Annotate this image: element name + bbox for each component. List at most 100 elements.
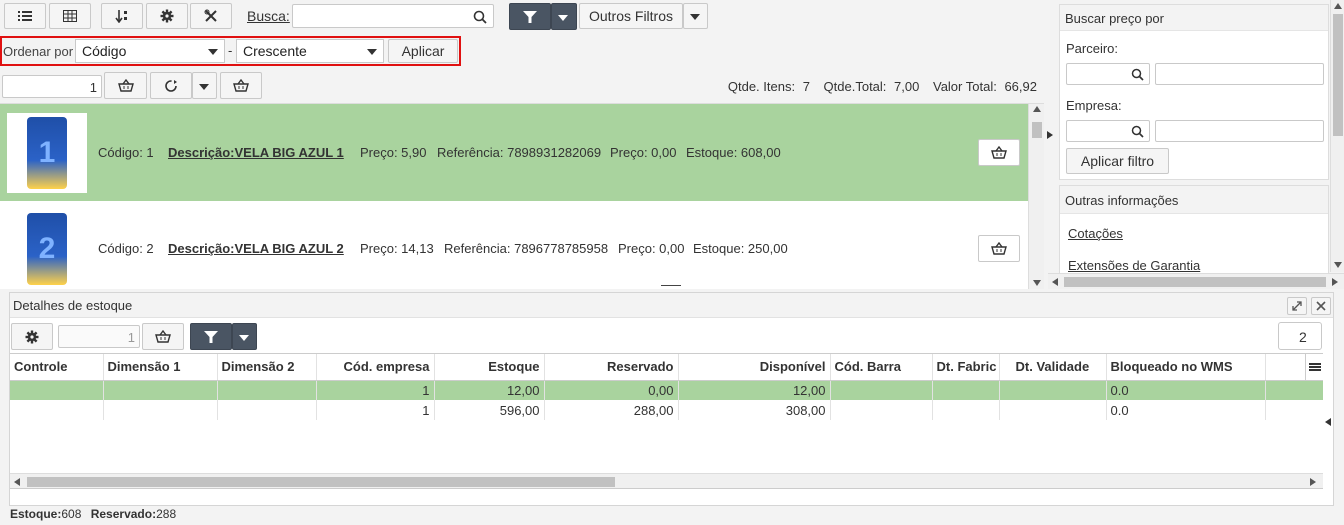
cart-button[interactable] xyxy=(220,72,262,99)
scroll-up-icon[interactable] xyxy=(1334,3,1342,9)
product-image-digit: 2 xyxy=(38,232,56,265)
product-referencia: Referência: 7898931282069 xyxy=(437,145,602,160)
right-panel-scrollbar[interactable] xyxy=(1330,0,1344,272)
table-row[interactable]: 1 596,00 288,00 308,00 0.0 xyxy=(10,400,1323,420)
product-row[interactable]: 2 Código: 2 Descrição:VELA BIG AZUL 2 Pr… xyxy=(0,201,1028,289)
table-row[interactable]: 1 12,00 0,00 12,00 0.0 xyxy=(10,380,1323,400)
product-descricao-link[interactable]: Descrição:VELA BIG AZUL 2 xyxy=(168,241,344,256)
stock-settings-button[interactable] xyxy=(11,323,53,350)
busca-label: Busca: xyxy=(247,8,290,24)
chevron-down-icon xyxy=(690,14,700,20)
product-descricao[interactable]: Descrição:VELA BIG AZUL 2 xyxy=(168,241,344,256)
grid-view-button[interactable] xyxy=(49,3,91,29)
column-header[interactable]: Bloqueado no WMS xyxy=(1106,354,1266,381)
stock-filter-button[interactable] xyxy=(190,323,232,350)
empresa-label: Empresa: xyxy=(1066,98,1122,113)
product-descricao[interactable]: Descrição:VELA BIG AZUL 1 xyxy=(168,145,344,160)
empresa-name-input[interactable] xyxy=(1155,120,1324,142)
scroll-left-icon[interactable] xyxy=(14,478,20,486)
column-header[interactable]: Disponível xyxy=(678,354,831,381)
product-descricao-link[interactable]: Descrição:VELA BIG AZUL 1 xyxy=(168,145,344,160)
sort-field-select[interactable]: Código xyxy=(75,39,225,63)
table-cell: 596,00 xyxy=(434,400,545,420)
valor-total-value: 66,92 xyxy=(1004,79,1037,94)
scroll-down-icon[interactable] xyxy=(1334,262,1342,268)
scroll-right-icon[interactable] xyxy=(1310,478,1316,486)
scroll-thumb[interactable] xyxy=(1333,14,1343,136)
maximize-button[interactable] xyxy=(1287,297,1307,315)
column-header[interactable]: Estoque xyxy=(434,354,545,381)
column-header[interactable]: Dt. Validade xyxy=(999,354,1107,381)
close-icon xyxy=(1316,301,1326,311)
table-cell xyxy=(830,400,933,420)
filter-button[interactable] xyxy=(509,3,551,30)
chevron-down-icon xyxy=(208,49,218,55)
product-row[interactable]: 1 Código: 1 Descrição:VELA BIG AZUL 1 Pr… xyxy=(0,104,1028,201)
extensoes-garantia-link[interactable]: Extensões de Garantia xyxy=(1068,258,1200,273)
stock-header: Detalhes de estoque xyxy=(10,293,1333,318)
outros-filtros-dropdown[interactable] xyxy=(683,3,708,29)
settings-button[interactable] xyxy=(146,3,188,29)
stock-hscrollbar[interactable] xyxy=(10,473,1323,488)
refresh-button[interactable] xyxy=(150,72,192,99)
product-image: 2 xyxy=(7,209,87,289)
add-product-button[interactable] xyxy=(978,139,1020,166)
sort-button[interactable] xyxy=(101,3,143,29)
search-icon[interactable] xyxy=(473,10,487,24)
close-button[interactable] xyxy=(1311,297,1331,315)
column-menu-button[interactable] xyxy=(1305,354,1323,380)
empresa-code-input[interactable] xyxy=(1066,120,1150,142)
scroll-left-icon[interactable] xyxy=(1052,278,1058,286)
collapse-right-icon[interactable] xyxy=(1047,131,1053,139)
table-cell: 12,00 xyxy=(434,380,545,400)
scroll-down-icon[interactable] xyxy=(1033,280,1041,286)
sort-direction-value: Crescente xyxy=(243,43,307,59)
parceiro-name-input[interactable] xyxy=(1155,63,1324,85)
outras-info-header: Outras informações xyxy=(1060,186,1328,214)
list-view-button[interactable] xyxy=(4,3,46,29)
stock-page-input[interactable]: 2 xyxy=(1278,322,1322,350)
scroll-up-icon[interactable] xyxy=(1033,106,1041,112)
stock-filter-dropdown[interactable] xyxy=(232,323,257,350)
filter-dropdown-button[interactable] xyxy=(551,3,577,30)
column-header[interactable]: Reservado xyxy=(544,354,679,381)
apply-sort-button[interactable]: Aplicar xyxy=(388,39,458,63)
product-list-scrollbar[interactable] xyxy=(1028,104,1044,289)
tools-button[interactable] xyxy=(190,3,232,29)
scroll-thumb[interactable] xyxy=(27,477,615,487)
cotacoes-link[interactable]: Cotações xyxy=(1068,226,1123,241)
stock-title: Detalhes de estoque xyxy=(13,298,133,313)
totals-summary: Qtde. Itens: 7 Qtde.Total: 7,00 Valor To… xyxy=(728,79,1037,94)
stock-cart-button[interactable] xyxy=(142,323,184,350)
column-header[interactable]: Controle xyxy=(10,354,104,381)
table-icon xyxy=(63,10,77,22)
column-header[interactable]: Cód. empresa xyxy=(316,354,435,381)
search-icon[interactable] xyxy=(1131,125,1144,138)
scroll-thumb[interactable] xyxy=(1032,122,1042,138)
outros-filtros-button[interactable]: Outros Filtros xyxy=(579,3,683,29)
sort-field-value: Código xyxy=(82,43,127,59)
add-to-cart-button[interactable] xyxy=(104,72,147,99)
busca-input[interactable] xyxy=(292,4,494,28)
column-header[interactable]: Dimensão 2 xyxy=(217,354,317,381)
resize-handle[interactable] xyxy=(661,285,681,286)
search-icon[interactable] xyxy=(1131,68,1144,81)
product-image-digit: 1 xyxy=(38,136,56,169)
chevron-down-icon xyxy=(239,334,249,341)
scroll-right-icon[interactable] xyxy=(1332,278,1338,286)
collapse-left-icon[interactable] xyxy=(1325,418,1331,426)
quantity-input[interactable]: 1 xyxy=(2,75,102,98)
sort-direction-select[interactable]: Crescente xyxy=(236,39,384,63)
table-cell xyxy=(10,400,104,420)
aplicar-filtro-button[interactable]: Aplicar filtro xyxy=(1066,148,1169,174)
column-header[interactable]: Dt. Fabric xyxy=(932,354,1000,381)
column-header[interactable]: Dimensão 1 xyxy=(103,354,218,381)
stock-quantity-input[interactable]: 1 xyxy=(58,325,140,348)
add-product-button[interactable] xyxy=(978,235,1020,262)
right-panel-hscrollbar[interactable] xyxy=(1048,273,1344,289)
scroll-thumb[interactable] xyxy=(1064,277,1326,287)
cart-add-icon xyxy=(155,329,171,343)
refresh-dropdown-button[interactable] xyxy=(192,72,217,99)
column-header[interactable]: Cód. Barra xyxy=(830,354,933,381)
parceiro-code-input[interactable] xyxy=(1066,63,1150,85)
